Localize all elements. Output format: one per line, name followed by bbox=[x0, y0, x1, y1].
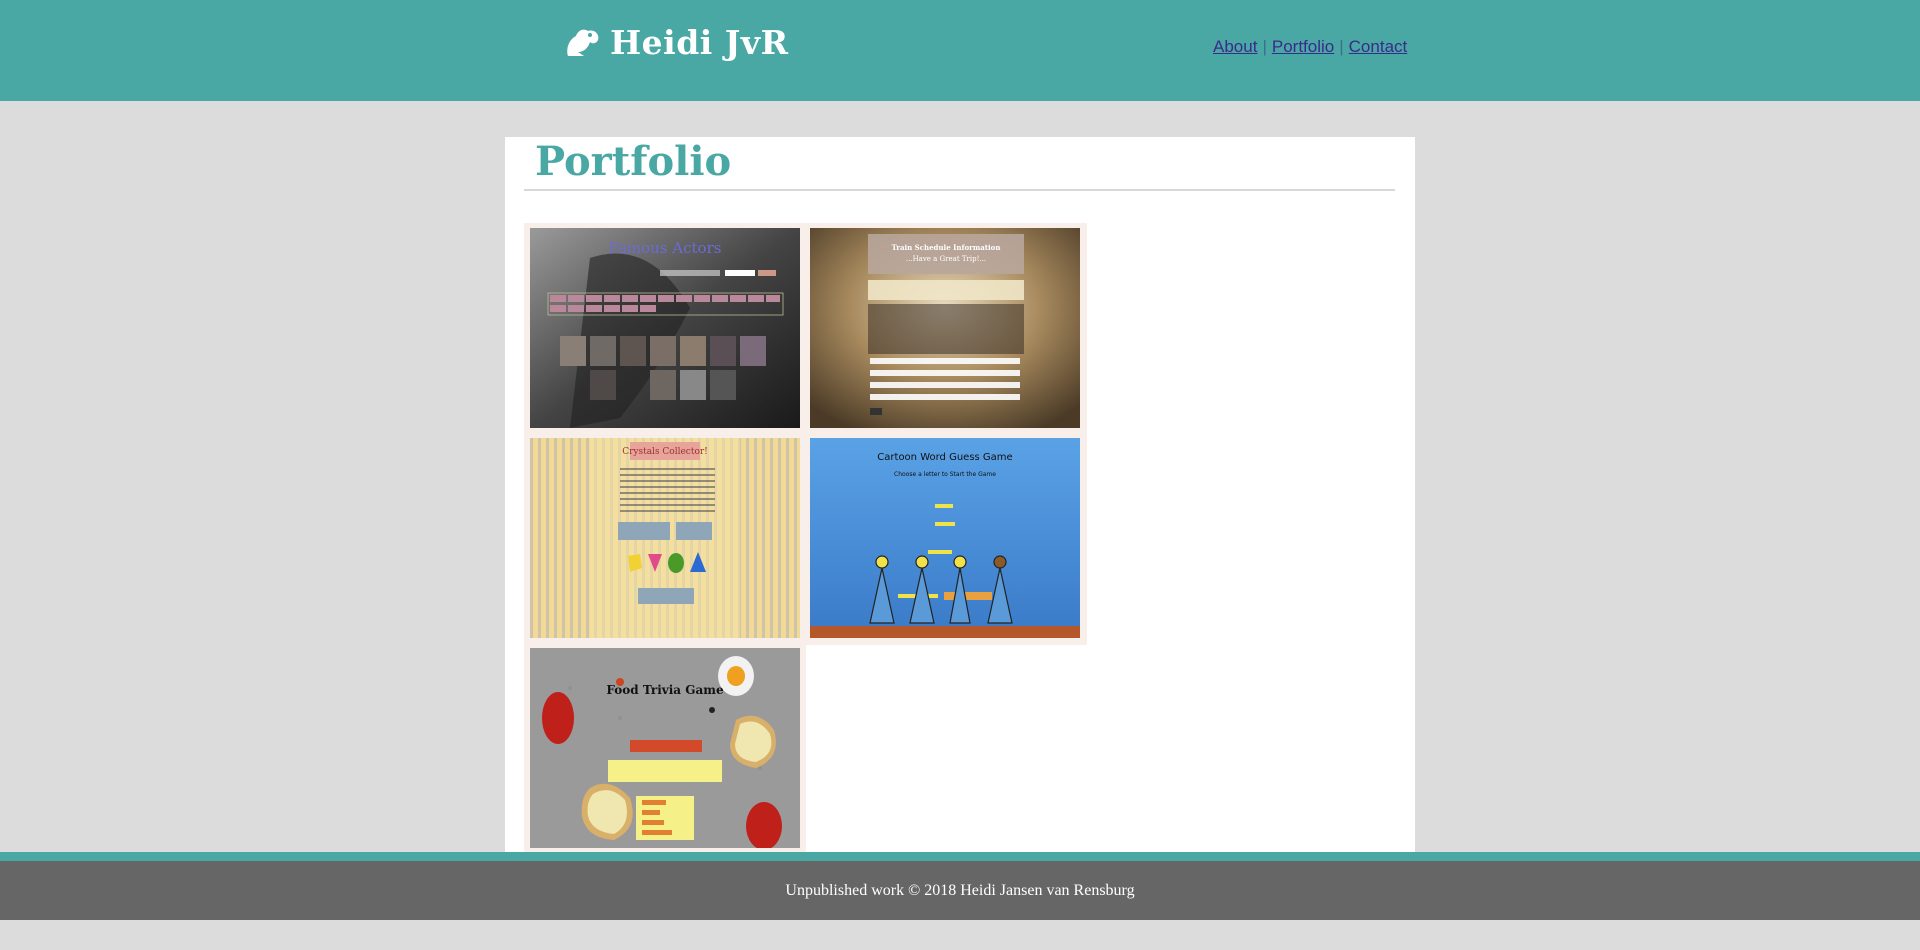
copyright-text: Unpublished work © 2018 Heidi Jansen van… bbox=[785, 881, 1135, 899]
cartoon-word-guess-caption: Cartoon Word Guess Game bbox=[877, 452, 1012, 463]
nav-portfolio-link[interactable]: Portfolio bbox=[1272, 37, 1334, 56]
train-schedule-screenshot: Train Schedule Information ...Have a Gre… bbox=[810, 228, 1080, 428]
project-thumbnail-crystals-collector[interactable]: Crystals Collector! bbox=[530, 438, 800, 638]
nav-separator: | bbox=[1339, 37, 1344, 56]
main-nav: About | Portfolio | Contact bbox=[1213, 37, 1407, 57]
project-thumbnail-train-schedule[interactable]: Train Schedule Information ...Have a Gre… bbox=[810, 228, 1080, 428]
train-schedule-caption: Train Schedule Information bbox=[892, 243, 1001, 252]
brand-name: Heidi JvR bbox=[610, 22, 789, 62]
site-footer: Unpublished work © 2018 Heidi Jansen van… bbox=[0, 861, 1920, 920]
crystals-collector-screenshot: Crystals Collector! bbox=[530, 438, 800, 638]
food-trivia-caption: Food Trivia Game bbox=[606, 683, 724, 697]
cartoon-word-guess-screenshot: Cartoon Word Guess Game Choose a letter … bbox=[810, 438, 1080, 638]
famous-actors-caption: Famous Actors bbox=[609, 239, 722, 257]
crystals-collector-caption: Crystals Collector! bbox=[622, 447, 708, 457]
footer-stripe bbox=[0, 852, 1920, 861]
frog-icon bbox=[567, 29, 599, 56]
train-schedule-subcaption: ...Have a Great Trip!... bbox=[906, 255, 986, 263]
nav-contact-link[interactable]: Contact bbox=[1349, 37, 1408, 56]
site-header: Heidi JvR About | Portfolio | Contact bbox=[0, 0, 1920, 101]
page-title: Portfolio bbox=[535, 138, 732, 185]
title-divider bbox=[524, 189, 1395, 191]
brand-link[interactable]: Heidi JvR bbox=[564, 22, 789, 62]
project-thumbnail-food-trivia[interactable]: Food Trivia Game bbox=[530, 648, 800, 848]
nav-about-link[interactable]: About bbox=[1213, 37, 1257, 56]
famous-actors-screenshot: Famous Actors bbox=[530, 228, 800, 428]
food-trivia-screenshot: Food Trivia Game bbox=[530, 648, 800, 848]
project-thumbnail-cartoon-word-guess[interactable]: Cartoon Word Guess Game Choose a letter … bbox=[810, 438, 1080, 638]
project-thumbnail-famous-actors[interactable]: Famous Actors bbox=[530, 228, 800, 428]
nav-separator: | bbox=[1262, 37, 1267, 56]
cartoon-word-guess-subcaption: Choose a letter to Start the Game bbox=[894, 471, 996, 478]
